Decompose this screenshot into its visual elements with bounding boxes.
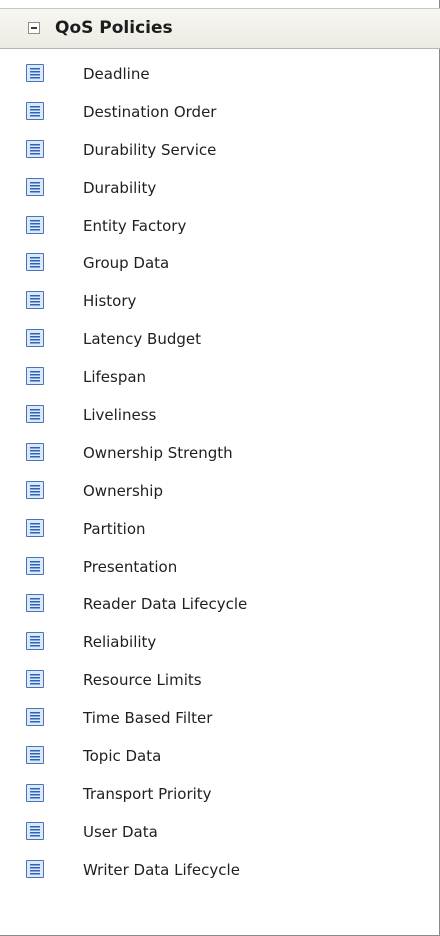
list-item[interactable]: Durability [0, 171, 440, 209]
list-item[interactable]: Liveliness [0, 398, 440, 436]
policy-document-icon [26, 632, 44, 651]
list-item[interactable]: Writer Data Lifecycle [0, 853, 440, 891]
list-item[interactable]: History [0, 284, 440, 322]
policy-document-icon [26, 177, 44, 196]
list-item[interactable]: Group Data [0, 246, 440, 284]
list-item[interactable]: Time Based Filter [0, 701, 440, 739]
list-item-label: Destination Order [83, 102, 217, 121]
collapse-minus-icon[interactable] [28, 22, 40, 34]
list-item[interactable]: Latency Budget [0, 322, 440, 360]
policy-document-icon [26, 670, 44, 689]
list-item-label: Lifespan [83, 368, 147, 387]
list-item[interactable]: Durability Service [0, 133, 440, 171]
policy-document-icon [26, 101, 44, 120]
list-item-label: Reader Data Lifecycle [83, 595, 248, 614]
policy-document-icon [26, 329, 44, 348]
list-item-label: Ownership [83, 481, 163, 500]
list-item-label: Reliability [83, 633, 157, 652]
list-item-label: Liveliness [83, 406, 157, 425]
list-item-label: Durability [83, 178, 157, 197]
list-item-label: Topic Data [83, 747, 162, 766]
list-item-label: Ownership Strength [83, 443, 233, 462]
list-item[interactable]: Ownership [0, 474, 440, 512]
policy-document-icon [26, 821, 44, 840]
list-item[interactable]: User Data [0, 815, 440, 853]
policy-document-icon [26, 367, 44, 386]
list-item[interactable]: Partition [0, 512, 440, 550]
policy-document-icon [26, 783, 44, 802]
policy-document-icon [26, 480, 44, 499]
policy-document-icon [26, 253, 44, 272]
policy-document-icon [26, 442, 44, 461]
list-item-label: Durability Service [83, 140, 217, 159]
list-item-label: Deadline [83, 65, 150, 83]
list-item[interactable]: Topic Data [0, 739, 440, 777]
list-item-label: Writer Data Lifecycle [83, 860, 240, 879]
qos-policies-panel: QoS Policies Deadline Destination Order Du… [0, 0, 440, 936]
list-item-label: Group Data [83, 254, 170, 273]
policy-document-icon [26, 594, 44, 613]
list-item[interactable]: Ownership Strength [0, 436, 440, 474]
list-item[interactable]: Reader Data Lifecycle [0, 587, 440, 625]
list-item[interactable]: Reliability [0, 625, 440, 663]
list-item[interactable]: Destination Order [0, 95, 440, 133]
list-item-label: Resource Limits [83, 671, 202, 690]
list-item[interactable]: Transport Priority [0, 777, 440, 815]
list-item[interactable]: Entity Factory [0, 209, 440, 247]
list-item-label: Partition [83, 519, 146, 538]
policy-document-icon [26, 215, 44, 234]
list-item[interactable]: Presentation [0, 550, 440, 588]
policy-document-icon [26, 708, 44, 727]
list-item-label: User Data [83, 822, 158, 841]
list-item[interactable]: Lifespan [0, 360, 440, 398]
list-item[interactable]: Resource Limits [0, 663, 440, 701]
policy-document-icon [26, 518, 44, 537]
policy-document-icon [26, 405, 44, 424]
list-item-label: Presentation [83, 557, 178, 576]
list-item-label: Time Based Filter [83, 709, 213, 728]
list-item-label: Transport Priority [83, 784, 212, 803]
policy-document-icon [26, 746, 44, 765]
qos-policy-list: Deadline Destination Order Durability Serv… [0, 57, 440, 891]
policy-document-icon [26, 291, 44, 310]
policy-document-icon [26, 64, 44, 82]
section-title: QoS Policies [55, 18, 173, 38]
list-item[interactable]: Deadline [0, 57, 440, 95]
policy-document-icon [26, 556, 44, 575]
list-item-label: History [83, 292, 137, 311]
list-item-label: Latency Budget [83, 330, 202, 349]
policy-document-icon [26, 859, 44, 878]
list-item-label: Entity Factory [83, 216, 187, 235]
policy-document-icon [26, 139, 44, 158]
qos-policies-header[interactable]: QoS Policies [0, 8, 440, 49]
